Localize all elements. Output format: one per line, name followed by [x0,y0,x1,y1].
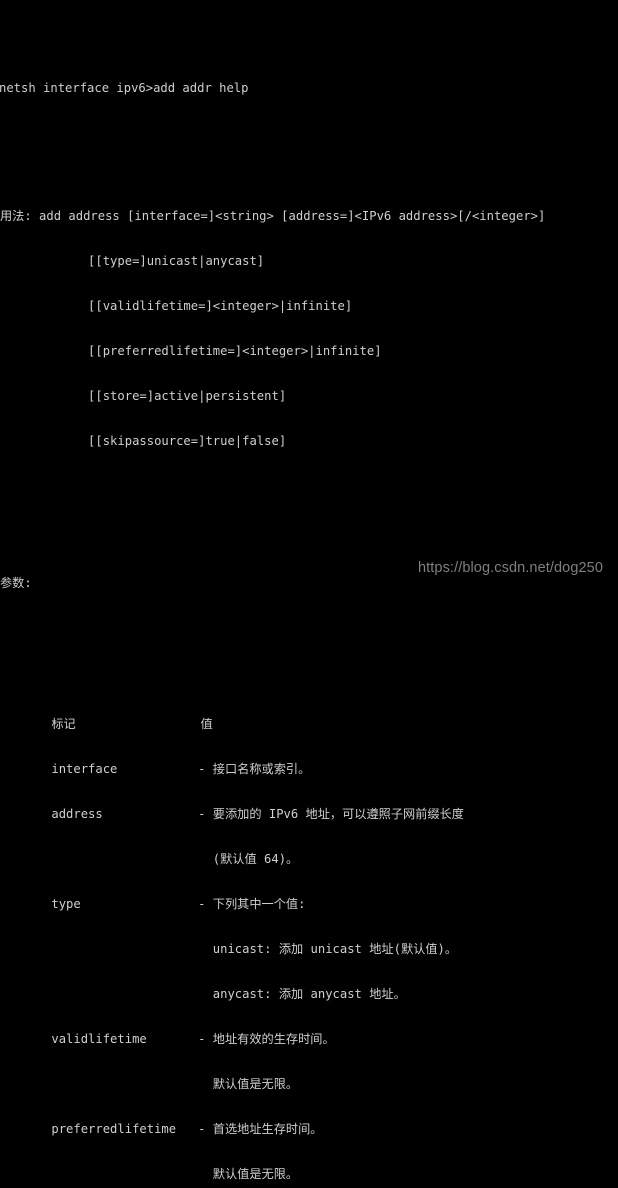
usage-line-1: 用法: add address [interface=]<string> [ad… [0,209,546,223]
param-row-preferredlifetime-cont: 默认值是无限。 [0,1167,299,1181]
usage-line-2: [[type=]unicast|anycast] [0,254,265,268]
param-row-interface: interface - 接口名称或索引。 [0,762,311,776]
param-row-preferredlifetime: preferredlifetime - 首选地址生存时间。 [0,1122,323,1136]
prompt-line-group: netsh interface ipv6>add addr help [0,51,618,126]
usage-block: 用法: add address [interface=]<string> [ad… [0,179,618,479]
param-row-address: address - 要添加的 IPv6 地址，可以遵照子网前缀长度 [0,807,464,821]
parameters-table: 标记 值 interface - 接口名称或索引。 address - 要添加的… [0,687,618,1188]
param-row-validlifetime-cont: 默认值是无限。 [0,1077,299,1091]
parameters-label: 参数: [0,576,32,590]
usage-line-3: [[validlifetime=]<integer>|infinite] [0,299,353,313]
param-row-type: type - 下列其中一个值: [0,897,306,911]
param-row-type-anycast: anycast: 添加 anycast 地址。 [0,987,406,1001]
usage-line-5: [[store=]active|persistent] [0,389,287,403]
usage-line-4: [[preferredlifetime=]<integer>|infinite] [0,344,382,358]
param-row-type-unicast: unicast: 添加 unicast 地址(默认值)。 [0,942,458,956]
param-row-validlifetime: validlifetime - 地址有效的生存时间。 [0,1032,335,1046]
command-prompt-line: netsh interface ipv6>add addr help [0,81,249,95]
watermark-url: https://blog.csdn.net/dog250 [418,560,603,576]
parameters-section-header: 参数: [0,546,618,621]
usage-line-6: [[skipassource=]true|false] [0,434,287,448]
parameters-column-headers: 标记 值 [0,717,213,731]
param-row-address-cont: (默认值 64)。 [0,852,299,866]
terminal-console[interactable]: netsh interface ipv6>add addr help 用法: a… [0,0,618,1181]
